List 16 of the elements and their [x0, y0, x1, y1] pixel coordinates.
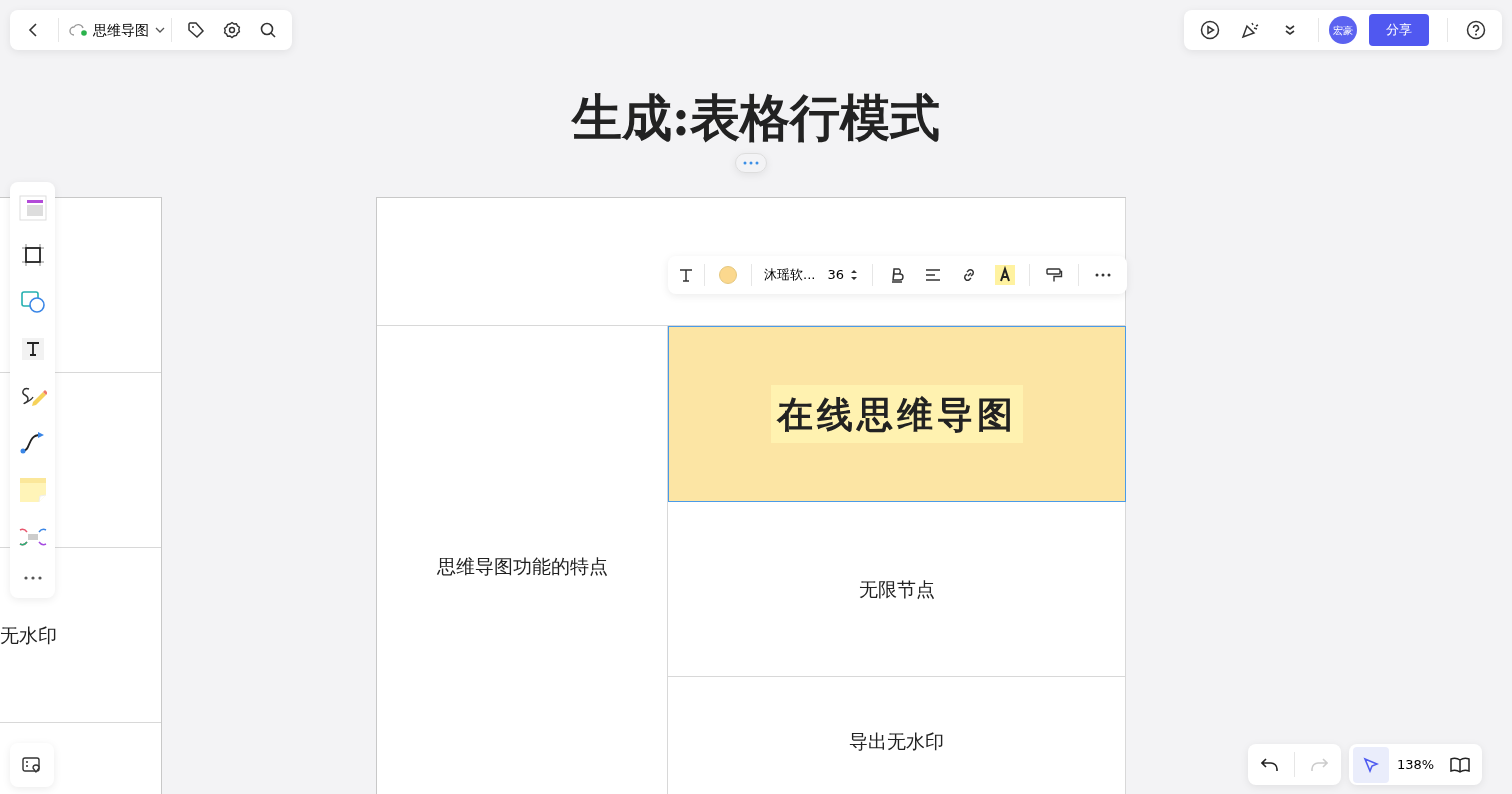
- zoom-dropdown[interactable]: 138%: [1393, 746, 1439, 783]
- font-size-field[interactable]: 36: [821, 257, 850, 293]
- avatar[interactable]: 宏豪: [1329, 16, 1357, 44]
- font-dropdown[interactable]: 沐瑶软...: [758, 257, 822, 293]
- highlighted-text: 在线思维导图: [770, 384, 1023, 443]
- table-cell-text: 无水印: [0, 622, 57, 648]
- share-button[interactable]: 分享: [1369, 14, 1429, 46]
- cell-text: 导出无水印: [849, 729, 944, 755]
- document-title[interactable]: 思维导图: [93, 12, 165, 48]
- cell-text: 无限节点: [858, 576, 935, 602]
- board-title: 生成:表格行模式: [571, 87, 941, 149]
- fill-color-swatch[interactable]: [719, 266, 737, 284]
- cursor-icon[interactable]: [1353, 746, 1389, 783]
- table-row-header: 思维导图功能的特点: [436, 553, 608, 579]
- caret-icon: [155, 27, 165, 33]
- stepper-icon[interactable]: [849, 268, 858, 282]
